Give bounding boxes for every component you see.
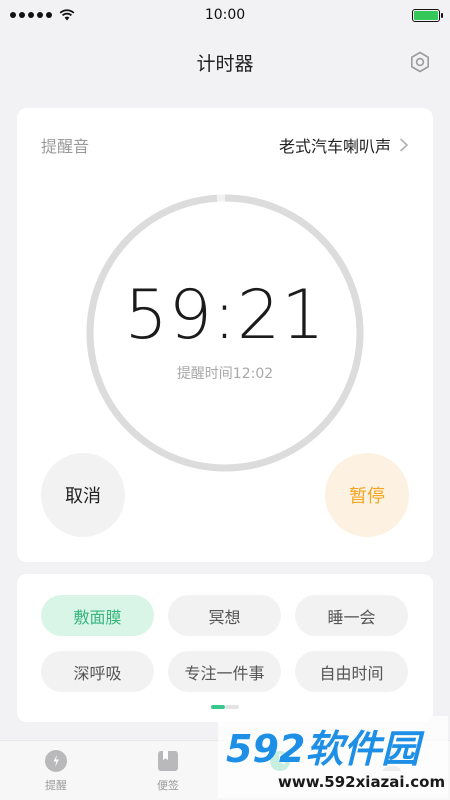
cancel-button[interactable]: 取消	[41, 453, 125, 537]
reminder-sound-row[interactable]: 提醒音 老式汽车喇叭声	[17, 130, 433, 160]
nav-bar: 计时器	[0, 40, 450, 84]
status-time: 10:00	[204, 7, 246, 23]
tab-reminder[interactable]: 提醒	[0, 741, 112, 800]
settings-icon[interactable]	[408, 50, 432, 74]
chevron-right-icon	[400, 138, 408, 152]
tab-notes[interactable]: 便签	[112, 741, 224, 800]
page-title: 计时器	[196, 52, 254, 75]
tab-reminder-label: 提醒	[45, 779, 67, 792]
timer-card: 提醒音 老式汽车喇叭声 59:21 提醒时间12:02 取消 暂停	[17, 108, 433, 562]
watermark: 592软件园 www.592xiazai.com	[218, 716, 448, 798]
preset-chip-2[interactable]: 睡一会	[295, 595, 408, 636]
note-icon	[158, 751, 178, 771]
preset-chip-0[interactable]: 敷面膜	[41, 595, 154, 636]
battery-icon	[412, 8, 443, 22]
countdown-time: 59:21	[124, 276, 326, 355]
reminder-sound-value: 老式汽车喇叭声	[278, 137, 391, 156]
preset-chip-1[interactable]: 冥想	[168, 595, 281, 636]
tab-notes-label: 便签	[157, 779, 179, 792]
reminder-sound-label: 提醒音	[41, 137, 90, 156]
preset-card: 敷面膜 冥想 睡一会 深呼吸 专注一件事 自由时间	[17, 574, 433, 722]
status-bar: 10:00	[0, 0, 450, 30]
watermark-brand: 592软件园	[226, 727, 425, 771]
reminder-time-text: 提醒时间12:02	[176, 366, 274, 382]
preset-grid: 敷面膜 冥想 睡一会 深呼吸 专注一件事 自由时间	[41, 595, 409, 692]
preset-chip-4[interactable]: 专注一件事	[168, 651, 281, 692]
watermark-url: www.592xiazai.com	[278, 773, 445, 791]
page-dot	[225, 705, 239, 709]
preset-chip-5[interactable]: 自由时间	[295, 651, 408, 692]
clock-reminder-icon	[45, 750, 67, 772]
page-indicator	[17, 705, 433, 709]
preset-chip-3[interactable]: 深呼吸	[41, 651, 154, 692]
pause-button[interactable]: 暂停	[325, 453, 409, 537]
page-dot-active	[211, 705, 225, 709]
